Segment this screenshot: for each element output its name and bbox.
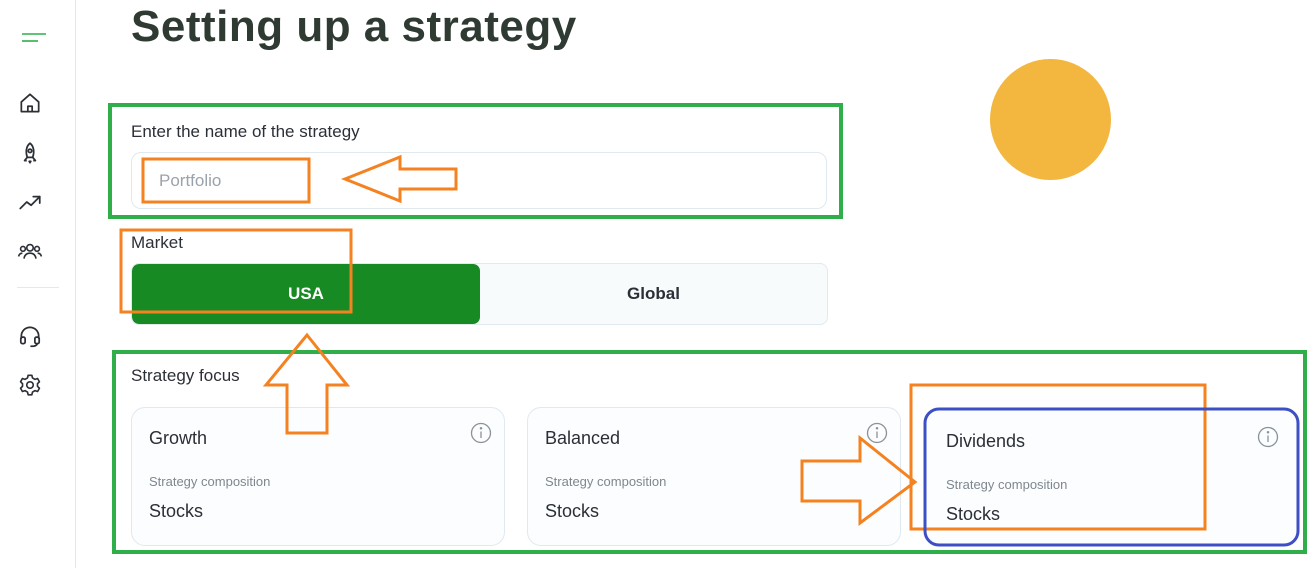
card-title: Growth bbox=[149, 428, 208, 448]
focus-card-dividends[interactable]: Dividends Strategy composition Stocks bbox=[925, 409, 1298, 545]
info-icon[interactable] bbox=[1257, 426, 1279, 448]
rocket-icon[interactable] bbox=[17, 140, 43, 166]
card-value: Stocks bbox=[545, 501, 600, 521]
sidebar-divider bbox=[17, 287, 59, 288]
card-value: Stocks bbox=[149, 501, 204, 521]
decorative-circle bbox=[990, 59, 1111, 180]
page-title: Setting up a strategy bbox=[131, 2, 577, 51]
card-subtitle: Strategy composition bbox=[946, 477, 1068, 492]
market-option-usa[interactable]: USA bbox=[132, 264, 480, 324]
home-icon[interactable] bbox=[17, 90, 43, 116]
headset-icon[interactable] bbox=[17, 323, 43, 349]
card-subtitle: Strategy composition bbox=[149, 474, 271, 489]
info-icon[interactable] bbox=[866, 422, 888, 444]
focus-card-balanced[interactable]: Balanced Strategy composition Stocks bbox=[527, 407, 901, 546]
card-title: Balanced bbox=[545, 428, 621, 448]
market-option-global[interactable]: Global bbox=[480, 264, 827, 324]
users-icon[interactable] bbox=[17, 238, 43, 264]
market-toggle: USA Global bbox=[131, 263, 828, 325]
card-subtitle: Strategy composition bbox=[545, 474, 667, 489]
menu-icon[interactable] bbox=[20, 30, 48, 48]
strategy-name-label: Enter the name of the strategy bbox=[131, 122, 360, 141]
focus-card-growth[interactable]: Growth Strategy composition Stocks bbox=[131, 407, 505, 546]
strategy-name-input[interactable] bbox=[131, 152, 827, 209]
sidebar bbox=[0, 0, 76, 568]
card-value: Stocks bbox=[946, 504, 1001, 524]
settings-icon[interactable] bbox=[17, 372, 43, 398]
market-label: Market bbox=[131, 233, 183, 252]
strategy-focus-label: Strategy focus bbox=[131, 366, 240, 385]
card-title: Dividends bbox=[946, 431, 1026, 451]
info-icon[interactable] bbox=[470, 422, 492, 444]
trending-up-icon[interactable] bbox=[17, 189, 43, 215]
